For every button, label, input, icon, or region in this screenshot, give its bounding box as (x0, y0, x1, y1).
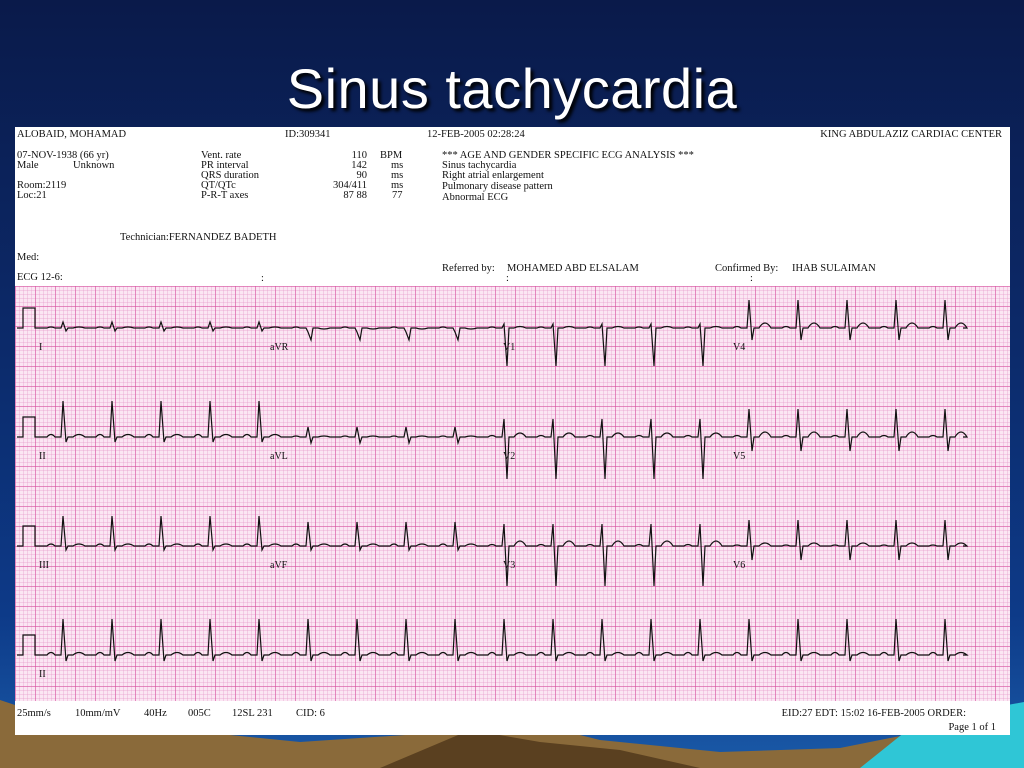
program-code: 12SL 231 (232, 708, 273, 719)
center-name: KING ABDULAZIZ CARDIAC CENTER (820, 129, 1002, 140)
ecg-trace-row-2 (17, 400, 969, 480)
device-code: 005C (188, 708, 211, 719)
record-datetime: 12-FEB-2005 02:28:24 (427, 129, 525, 140)
lead-label: V5 (733, 451, 746, 462)
separator-colon: : (750, 273, 753, 284)
separator-colon: : (506, 273, 509, 284)
ecg-trace-row-3 (17, 515, 969, 587)
lead-label: V6 (733, 560, 746, 571)
measure-label: P-R-T axes (201, 190, 249, 201)
lead-label: aVR (270, 342, 289, 353)
patient-id: ID:309341 (285, 129, 331, 140)
confirmed-label: Confirmed By: (715, 263, 779, 274)
paper-speed: 25mm/s (17, 708, 51, 719)
analysis-line: Pulmonary disease pattern (442, 181, 553, 192)
patient-sex: Male (17, 160, 39, 171)
lead-label: V4 (733, 342, 746, 353)
lead-label: aVF (270, 560, 288, 571)
gain: 10mm/mV (75, 708, 121, 719)
referred-name: MOHAMED ABD ELSALAM (507, 263, 639, 274)
lead-label: V2 (503, 451, 516, 462)
patient-loc: Loc:21 (17, 190, 47, 201)
ecg-trace-row-1 (17, 299, 969, 367)
med-label: Med: (17, 252, 40, 263)
lead-label: aVL (270, 451, 288, 462)
analysis-line: Abnormal ECG (442, 192, 509, 203)
ecg-trace-row-4 (17, 618, 969, 662)
lead-label: II (39, 451, 46, 462)
lead-label: I (39, 342, 43, 353)
page-number: Page 1 of 1 (948, 722, 996, 733)
referred-label: Referred by: (442, 263, 495, 274)
ecg-label: ECG 12-6: (17, 272, 63, 283)
confirmed-name: IHAB SULAIMAN (792, 263, 876, 274)
lead-label: V1 (503, 342, 516, 353)
measure-unit: 77 (392, 190, 403, 201)
filter: 40Hz (144, 708, 167, 719)
analysis-line: Right atrial enlargement (442, 170, 544, 181)
eid-info: EID:27 EDT: 15:02 16-FEB-2005 ORDER: (781, 708, 966, 719)
measure-value: 87 88 (343, 190, 367, 201)
separator-colon: : (261, 273, 264, 284)
ecg-report: ALOBAID, MOHAMAD ID:309341 12-FEB-2005 0… (15, 127, 1010, 735)
slide-title: Sinus tachycardia (286, 57, 738, 120)
lead-label: V3 (503, 560, 516, 571)
ecg-grid: I aVR V1 V4 II aVL V2 V5 III aVF V3 V6 I… (15, 286, 1010, 701)
technician: Technician:FERNANDEZ BADETH (120, 232, 277, 243)
lead-label: III (39, 560, 49, 571)
lead-label: II (39, 669, 46, 680)
patient-name: ALOBAID, MOHAMAD (17, 129, 127, 140)
patient-race: Unknown (73, 160, 115, 171)
cid: CID: 6 (296, 708, 325, 719)
